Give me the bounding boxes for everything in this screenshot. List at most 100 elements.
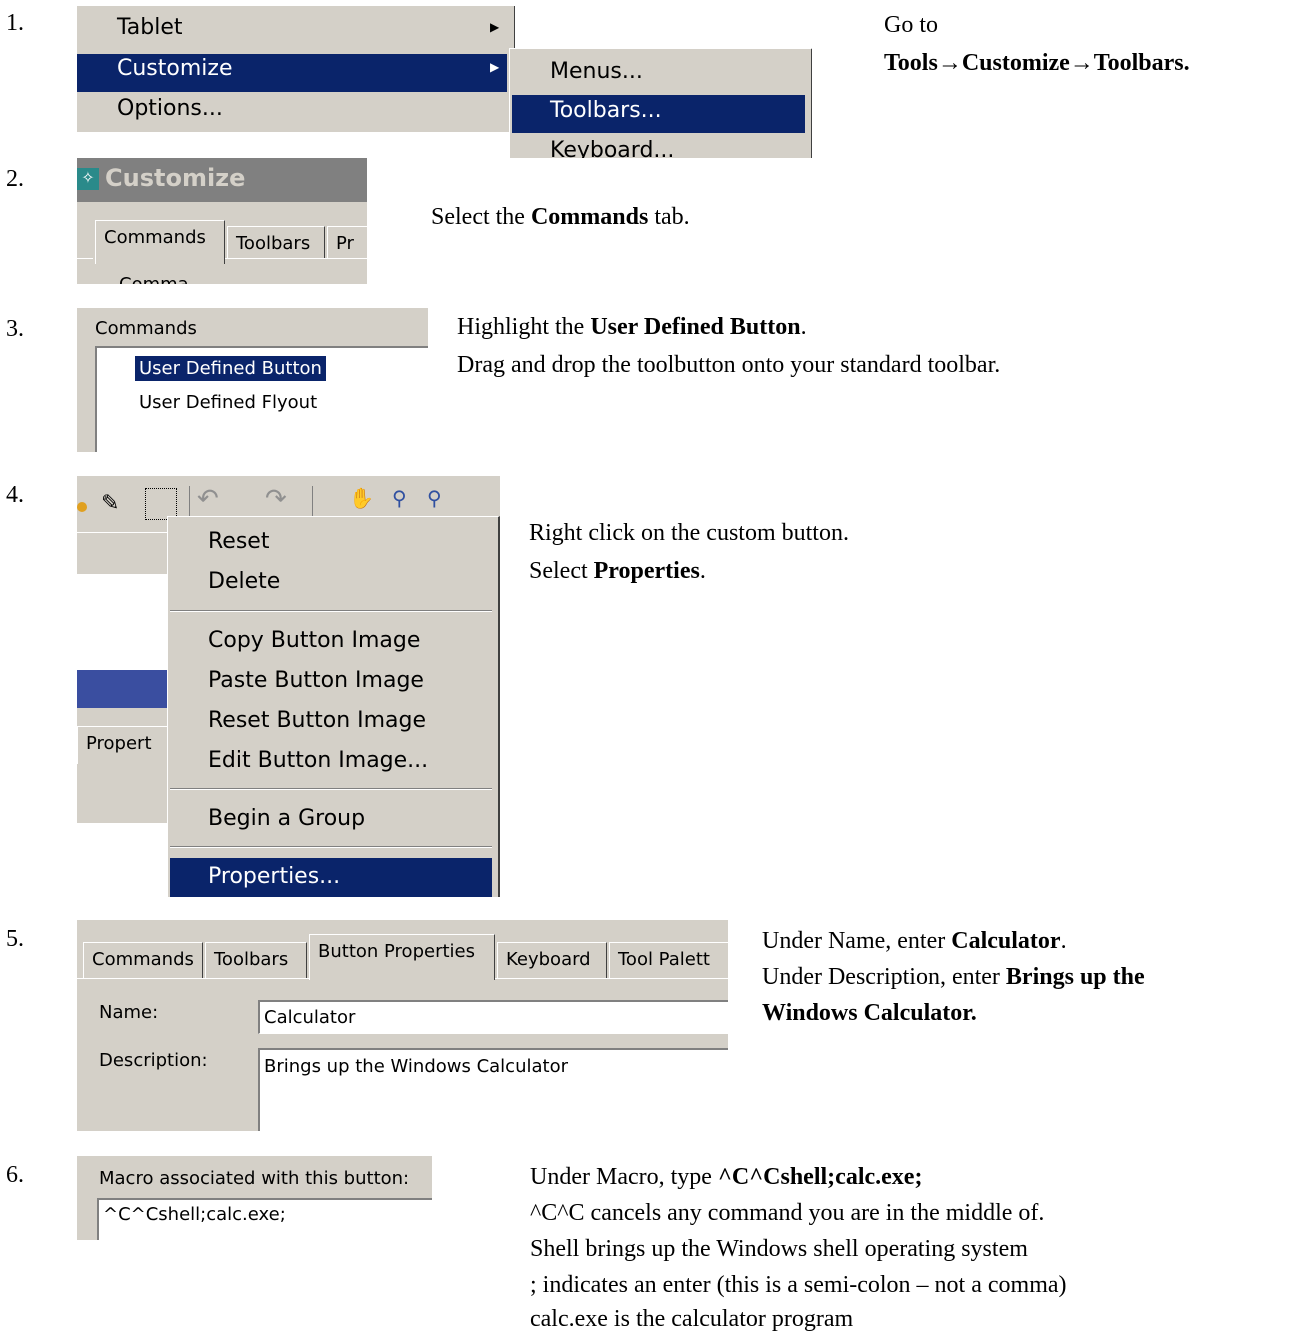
dialog-title-bar: ✧ Customize xyxy=(77,158,367,202)
step-4-number: 4. xyxy=(6,482,24,508)
step-6-pre: Under Macro, type xyxy=(530,1164,718,1190)
step-2-text-pre: Select the xyxy=(431,204,531,230)
step-1-menu-screenshot: Tablet ▶ Customize ▶ Options... Menus...… xyxy=(77,6,812,158)
step-6-number: 6. xyxy=(6,1162,24,1188)
step-3-text-line1: Highlight the User Defined Button. xyxy=(457,312,807,342)
context-item-reset[interactable]: Reset xyxy=(208,529,269,554)
zoom-realtime-icon[interactable]: ⚲ xyxy=(392,486,407,511)
toolbar-separator xyxy=(312,486,313,518)
color-icon xyxy=(77,502,87,512)
macro-field-value: ^C^Cshell;calc.exe; xyxy=(103,1204,286,1225)
pan-icon[interactable]: ✋ xyxy=(349,486,374,511)
submenu-arrow-icon: ▶ xyxy=(490,20,500,34)
step-2-number: 2. xyxy=(6,166,24,192)
step-5-post1: . xyxy=(1060,928,1067,954)
step-4-text-line2: Select Properties. xyxy=(529,556,706,586)
toolbar-separator xyxy=(189,486,190,518)
description-field[interactable]: Brings up the Windows Calculator xyxy=(258,1048,728,1131)
step-3-list-screenshot: Commands User Defined Button User Define… xyxy=(77,308,428,452)
step-3-post: . xyxy=(800,314,807,340)
customize-icon: ✧ xyxy=(77,168,99,190)
menu-separator xyxy=(170,846,492,848)
context-item-begin-group[interactable]: Begin a Group xyxy=(208,806,365,831)
context-item-delete[interactable]: Delete xyxy=(208,569,280,594)
cut-off-label: Comma xyxy=(119,274,189,284)
context-item-edit-button-image[interactable]: Edit Button Image... xyxy=(208,748,428,773)
tab-properties-partial[interactable]: Pr xyxy=(327,226,367,258)
name-field[interactable]: Calculator xyxy=(258,1000,728,1034)
submenu-item-menus[interactable]: Menus... xyxy=(550,59,643,84)
tab-button-properties[interactable]: Button Properties xyxy=(309,934,495,980)
name-field-value: Calculator xyxy=(264,1007,356,1028)
step-6-bold: ^C^Cshell;calc.exe; xyxy=(717,1164,923,1190)
step-2-dialog-screenshot: ✧ Customize Commands Toolbars Pr Comma xyxy=(77,158,367,284)
step-3-bold: User Defined Button xyxy=(590,314,801,340)
background-tab-properties: Propert xyxy=(77,726,173,764)
step-5-text-line1: Under Name, enter Calculator. xyxy=(762,926,1067,956)
step-4-text-line1: Right click on the custom button. xyxy=(529,520,849,546)
step-5-properties-screenshot: Commands Toolbars Button Properties Keyb… xyxy=(77,920,728,1131)
submenu-item-toolbars[interactable]: Toolbars... xyxy=(550,98,662,123)
step-2-text-post: tab. xyxy=(648,204,690,230)
step-3-number: 3. xyxy=(6,316,24,342)
step-2-text: Select the Commands tab. xyxy=(431,202,690,232)
description-label: Description: xyxy=(99,1050,208,1071)
context-item-paste-button-image[interactable]: Paste Button Image xyxy=(208,668,424,693)
step-1-period: . xyxy=(1183,50,1190,76)
zoom-window-icon[interactable]: ⚲ xyxy=(427,486,442,511)
step-5-text-line2: Under Description, enter Brings up the xyxy=(762,962,1145,992)
step-4-context-menu-screenshot: ✎ ↶ ↷ ✋ ⚲ ⚲ Propert Reset Delete Copy Bu… xyxy=(77,476,500,897)
menu-item-customize[interactable]: Customize xyxy=(117,56,232,81)
tab-keyboard[interactable]: Keyboard xyxy=(497,942,607,978)
step-5-pre1: Under Name, enter xyxy=(762,928,952,954)
dialog-title: Customize xyxy=(105,164,246,192)
step-3-pre: Highlight the xyxy=(457,314,591,340)
step-2-text-bold: Commands xyxy=(530,204,649,230)
tab-baseline xyxy=(77,258,93,259)
redo-icon[interactable]: ↷ xyxy=(265,484,287,514)
step-6-text-line3: Shell brings up the Windows shell operat… xyxy=(530,1236,1028,1262)
brush-icon: ✎ xyxy=(101,490,120,515)
macro-field[interactable]: ^C^Cshell;calc.exe; xyxy=(97,1198,432,1240)
step-6-text-line2: ^C^C cancels any command you are in the … xyxy=(530,1200,1045,1226)
tab-baseline xyxy=(77,978,309,979)
menu-item-options[interactable]: Options... xyxy=(117,96,223,121)
step-1-text-line2: Tools→Customize→Toolbars. xyxy=(884,48,1190,78)
menu-separator xyxy=(170,610,492,612)
list-item-user-defined-flyout[interactable]: User Defined Flyout xyxy=(139,392,317,413)
tab-commands[interactable]: Commands xyxy=(95,220,225,264)
name-label: Name: xyxy=(99,1002,159,1023)
context-item-reset-button-image[interactable]: Reset Button Image xyxy=(208,708,426,733)
list-item-user-defined-button[interactable]: User Defined Button xyxy=(135,356,326,381)
context-menu: Reset Delete Copy Button Image Paste But… xyxy=(167,516,500,897)
step-5-bold1: Calculator xyxy=(951,928,1061,954)
submenu-item-keyboard[interactable]: Keyboard... xyxy=(550,138,674,158)
context-item-properties[interactable]: Properties... xyxy=(208,864,340,889)
step-6-macro-screenshot: Macro associated with this button: ^C^Cs… xyxy=(77,1156,432,1240)
step-6-text-line4: ; indicates an enter (this is a semi-col… xyxy=(530,1272,1067,1298)
step-6-text-line5: calc.exe is the calculator program xyxy=(530,1306,854,1332)
tab-baseline xyxy=(225,258,367,259)
step-4-bold: Properties xyxy=(593,558,700,584)
step-5-bold2: Brings up the xyxy=(1005,964,1145,990)
menu-item-tablet[interactable]: Tablet xyxy=(117,15,183,40)
undo-icon[interactable]: ↶ xyxy=(197,484,219,514)
step-1-path: Tools→Customize→Toolbars xyxy=(884,50,1184,76)
tab-toolbars[interactable]: Toolbars xyxy=(227,226,325,258)
step-1-text-line1: Go to xyxy=(884,12,938,38)
tab-commands[interactable]: Commands xyxy=(83,942,203,978)
tab-toolbars[interactable]: Toolbars xyxy=(205,942,307,978)
step-5-bold3: Windows Calculator. xyxy=(762,1000,977,1026)
context-item-copy-button-image[interactable]: Copy Button Image xyxy=(208,628,420,653)
step-1-number: 1. xyxy=(6,10,24,36)
submenu-arrow-icon: ▶ xyxy=(490,60,500,74)
step-4-post: . xyxy=(699,558,706,584)
step-5-text-line3: Windows Calculator. xyxy=(762,998,977,1028)
step-4-pre: Select xyxy=(529,558,594,584)
description-field-value: Brings up the Windows Calculator xyxy=(264,1056,568,1077)
step-6-text-line1: Under Macro, type ^C^Cshell;calc.exe; xyxy=(530,1162,922,1192)
tools-menu: Tablet ▶ Customize ▶ Options... xyxy=(77,6,515,132)
step-5-number: 5. xyxy=(6,926,24,952)
commands-listbox[interactable]: User Defined Button User Defined Flyout xyxy=(95,346,428,452)
tab-tool-palettes[interactable]: Tool Palett xyxy=(609,942,728,978)
